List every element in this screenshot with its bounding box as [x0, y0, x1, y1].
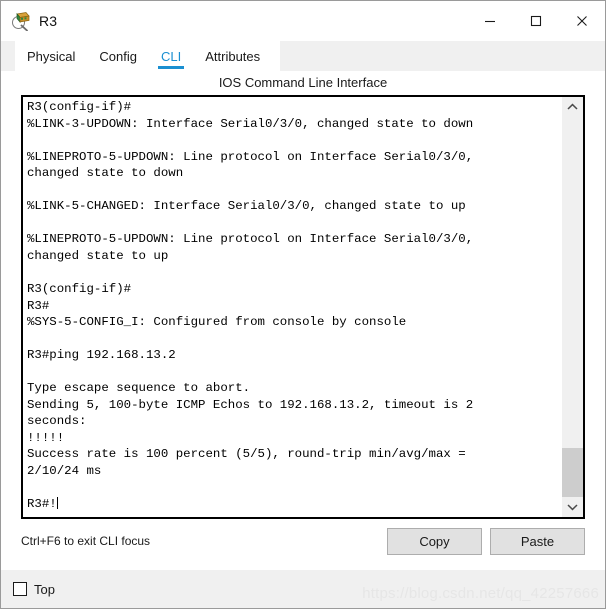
tab-attributes-label: Attributes: [205, 48, 261, 64]
top-checkbox-box[interactable]: [13, 582, 27, 596]
cli-footer: Ctrl+F6 to exit CLI focus Copy Paste: [1, 519, 605, 563]
window-title: R3: [39, 13, 58, 29]
terminal-cursor: [56, 497, 58, 510]
scrollbar-track[interactable]: [562, 117, 583, 497]
scrollbar-thumb[interactable]: [562, 447, 583, 497]
title-bar-left: R3: [1, 11, 58, 32]
chevron-down-icon[interactable]: [562, 497, 583, 517]
cli-panel: IOS Command Line Interface R3(config-if)…: [1, 71, 605, 570]
close-icon[interactable]: [559, 1, 605, 41]
top-checkbox-label: Top: [34, 581, 55, 597]
tab-config-label: Config: [99, 48, 137, 64]
terminal-container: R3(config-if)# %LINK-3-UPDOWN: Interface…: [21, 95, 585, 519]
device-window: R3 Physical Config CLI Attributes IOS Co…: [0, 0, 606, 609]
cli-focus-hint: Ctrl+F6 to exit CLI focus: [21, 534, 151, 548]
top-checkbox[interactable]: Top: [13, 582, 55, 597]
tab-physical-label: Physical: [27, 48, 76, 64]
terminal-output[interactable]: R3(config-if)# %LINK-3-UPDOWN: Interface…: [23, 97, 561, 517]
tab-strip: Physical Config CLI Attributes: [1, 41, 605, 71]
chevron-up-icon[interactable]: [562, 97, 583, 117]
copy-button[interactable]: Copy: [387, 527, 482, 555]
title-bar: R3: [1, 1, 605, 41]
tab-physical[interactable]: Physical: [15, 41, 87, 71]
tab-config[interactable]: Config: [87, 41, 149, 71]
maximize-icon[interactable]: [513, 1, 559, 41]
window-controls: [467, 1, 605, 41]
paste-button[interactable]: Paste: [490, 527, 585, 555]
status-bar: Top https://blog.csdn.net/qq_42257666: [1, 570, 605, 608]
minimize-icon[interactable]: [467, 1, 513, 41]
router-device-icon: [11, 11, 31, 32]
terminal-text: R3(config-if)# %LINK-3-UPDOWN: Interface…: [27, 100, 474, 512]
tab-cli-label: CLI: [161, 48, 182, 64]
tab-cli[interactable]: CLI: [149, 41, 193, 71]
watermark: https://blog.csdn.net/qq_42257666: [362, 585, 599, 602]
terminal-scrollbar[interactable]: [561, 97, 583, 517]
panel-title: IOS Command Line Interface: [218, 75, 388, 90]
tab-list: Physical Config CLI Attributes: [15, 41, 281, 71]
footer-buttons: Copy Paste: [387, 527, 585, 555]
tab-attributes[interactable]: Attributes: [193, 41, 272, 71]
